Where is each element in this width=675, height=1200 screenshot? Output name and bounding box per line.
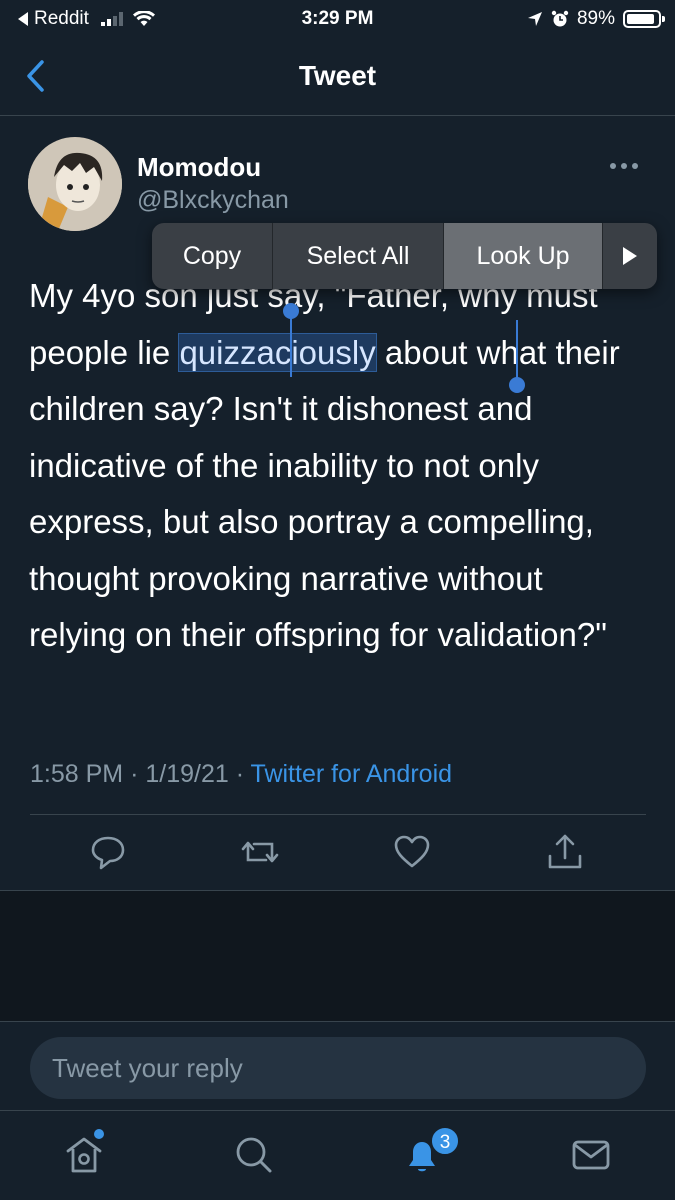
tweet-date: 1/19/21 [145,760,229,788]
top-header: Tweet [0,38,675,116]
empty-replies-area [0,890,675,1022]
tweet-actions [0,830,675,878]
author-handle[interactable]: @Blxckychan [137,186,289,215]
home-unread-dot [94,1129,104,1139]
status-right: 89% [527,8,665,30]
status-bar: Reddit 3:29 PM 89% [0,0,675,38]
copy-menu-item[interactable]: Copy [152,223,273,289]
look-up-menu-item[interactable]: Look Up [444,223,603,289]
page-title: Tweet [298,60,377,91]
location-icon [527,12,542,26]
tweet-time: 1:58 PM [30,760,124,788]
selection-end-handle[interactable] [509,377,525,393]
tweet-meta: 1:58 PM · 1/19/21 · Twitter for Android [30,760,452,789]
search-icon[interactable] [232,1133,276,1177]
battery-icon [623,10,665,28]
more-options-icon[interactable] [610,158,646,174]
avatar[interactable] [28,137,122,231]
selection-start-line [290,315,292,377]
like-heart-icon[interactable] [392,830,432,874]
play-arrow-icon [623,247,637,265]
messages-icon[interactable] [569,1133,613,1177]
bottom-nav [0,1110,675,1200]
meta-separator: · [235,760,245,788]
reply-input[interactable] [30,1037,646,1099]
selected-word[interactable]: quizzaciously [178,332,377,372]
retweet-icon[interactable] [240,830,280,874]
alarm-icon [551,10,569,27]
avatar-image [28,137,122,231]
tweet-text[interactable]: My 4yo son just say, "Father, why must p… [29,268,649,664]
tweet-text-after: about what their children say? Isn't it … [29,333,620,654]
text-context-menu: Copy Select All Look Up [152,223,657,289]
author-name[interactable]: Momodou [137,152,261,183]
home-icon[interactable] [62,1133,106,1177]
divider [30,814,646,815]
reply-box[interactable] [30,1037,646,1099]
more-menu-arrow[interactable] [603,223,657,289]
tweet-source-link[interactable]: Twitter for Android [251,760,452,788]
battery-percent: 89% [576,8,615,29]
selection-end-line [516,320,518,382]
select-all-menu-item[interactable]: Select All [273,223,444,289]
reply-icon[interactable] [88,830,128,874]
share-icon[interactable] [545,830,585,874]
notification-badge: 3 [430,1126,460,1156]
meta-separator: · [130,760,139,788]
